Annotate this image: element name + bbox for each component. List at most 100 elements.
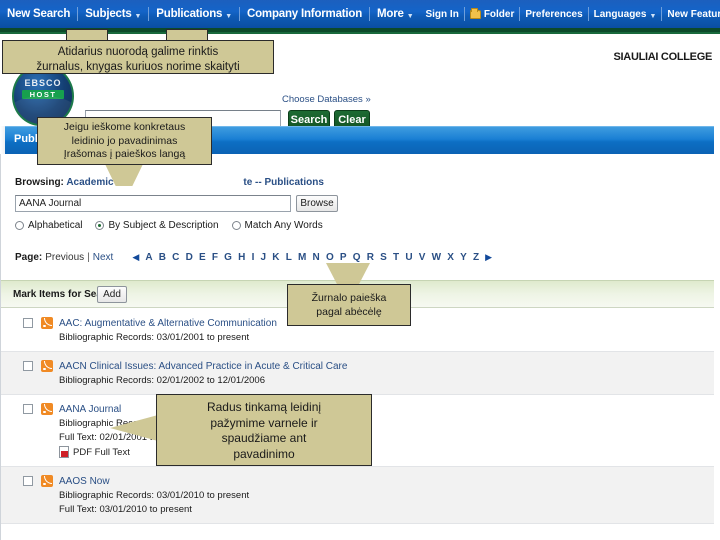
alphabet-letter-l[interactable]: L	[283, 252, 295, 263]
top-navigation-bar: New Search Subjects ▼ Publications ▼ Compa…	[0, 0, 720, 28]
top-nav-right-group: Sign In Folder Preferences Languages ▼ Ne…	[420, 7, 720, 21]
callout-alphabet-browse-instruction: Žurnalo paieška pagal abėcėlę	[287, 284, 411, 326]
alphabet-letter-s[interactable]: S	[377, 252, 390, 263]
radio-label: Match Any Words	[244, 220, 323, 231]
alphabet-letter-k[interactable]: K	[269, 252, 282, 263]
browse-mode-radio-group: Alphabetical By Subject & Description Ma…	[15, 220, 323, 231]
callout-line: pagal abėcėlę	[316, 305, 382, 318]
publication-title-link[interactable]: AAC: Augmentative & Alternative Communic…	[59, 318, 277, 329]
alphabet-letter-a[interactable]: A	[142, 252, 155, 263]
table-row: AACN Clinical Issues: Advanced Practice …	[1, 352, 715, 395]
alphabet-letter-n[interactable]: N	[309, 252, 322, 263]
alphabet-letter-c[interactable]: C	[169, 252, 182, 263]
alphabet-prev-arrow-icon[interactable]: ◀	[129, 252, 142, 263]
alphabet-letter-p[interactable]: P	[337, 252, 350, 263]
alphabet-letter-x[interactable]: X	[444, 252, 457, 263]
nav-label: Publications	[156, 8, 223, 20]
radio-dot[interactable]	[231, 221, 241, 230]
right-gutter	[714, 34, 720, 540]
callout-line: Žurnalo paieška	[311, 292, 387, 304]
row-checkbox[interactable]	[23, 476, 33, 486]
publication-coverage: Bibliographic Records: 03/01/2010 to pre…	[59, 490, 250, 501]
publication-title-link[interactable]: AACN Clinical Issues: Advanced Practice …	[59, 361, 347, 372]
alphabet-letter-z[interactable]: Z	[470, 252, 482, 263]
radio-label: Alphabetical	[28, 220, 83, 231]
alphabet-letter-b[interactable]: B	[156, 252, 169, 263]
nav-label: New Search	[7, 8, 71, 20]
alphabet-letter-y[interactable]: Y	[457, 252, 470, 263]
row-checkbox[interactable]	[23, 361, 33, 371]
rss-icon[interactable]	[41, 360, 53, 372]
nav-label: Folder	[483, 8, 515, 20]
nav-label: Subjects	[85, 8, 132, 20]
nav-item-company-information[interactable]: Company Information	[240, 8, 369, 20]
alphabet-letter-i[interactable]: I	[248, 252, 257, 263]
alphabet-letter-v[interactable]: V	[416, 252, 429, 263]
alphabet-letter-d[interactable]: D	[183, 252, 196, 263]
alphabet-letter-w[interactable]: W	[429, 252, 445, 263]
alphabet-letter-h[interactable]: H	[235, 252, 248, 263]
rss-icon[interactable]	[41, 475, 53, 487]
row-checkbox[interactable]	[23, 404, 33, 414]
callout-line: Radus tinkamą leidinį	[206, 400, 322, 414]
logo-text-primary: EBSCO	[24, 78, 62, 88]
callout-line: pavadinimo	[233, 446, 295, 461]
next-page-link[interactable]: Next	[93, 252, 114, 263]
radio-dot-selected[interactable]	[95, 221, 105, 230]
callout-enter-title-instruction: Jeigu ieškome konkretaus leidinio jo pav…	[37, 117, 212, 165]
row-checkbox[interactable]	[23, 318, 33, 328]
nav-item-folder[interactable]: Folder	[465, 7, 520, 20]
nav-label: More	[377, 8, 404, 20]
callout-select-publication-instruction: Radus tinkamą leidinį pažymime varnele i…	[156, 394, 372, 466]
nav-item-preferences[interactable]: Preferences	[520, 9, 587, 20]
radio-by-subject-description[interactable]: By Subject & Description	[95, 220, 219, 231]
browse-term-input[interactable]	[15, 195, 291, 212]
publication-title-link[interactable]: AANA Journal	[59, 404, 121, 415]
nav-item-more[interactable]: More ▼	[370, 8, 420, 20]
nav-item-subjects[interactable]: Subjects ▼	[78, 8, 148, 20]
rss-icon[interactable]	[41, 317, 53, 329]
nav-label: Preferences	[525, 8, 583, 20]
publications-browse-panel: Browsing: Academic Se te -- Publications…	[0, 154, 715, 540]
alphabet-letter-f[interactable]: F	[209, 252, 221, 263]
browsing-database-tail: te -- Publications	[243, 177, 324, 188]
alphabet-letter-r[interactable]: R	[364, 252, 377, 263]
rss-icon[interactable]	[41, 403, 53, 415]
chevron-down-icon: ▼	[406, 12, 414, 20]
nav-item-new-features[interactable]: New Features!	[662, 9, 720, 20]
publication-coverage: Bibliographic Records: 02/01/2002 to 12/…	[59, 375, 265, 386]
choose-databases-link[interactable]: Choose Databases »	[282, 94, 371, 105]
alphabet-pager: Page: Previous | Next ◀ A B C D E F G H …	[15, 252, 495, 263]
callout-open-link-instruction: Atidarius nuorodą galime rinktis žurnalu…	[2, 40, 274, 74]
alphabet-letter-e[interactable]: E	[196, 252, 209, 263]
alphabet-letter-t[interactable]: T	[390, 252, 402, 263]
alphabet-letter-u[interactable]: U	[402, 252, 415, 263]
callout-line: Įrašomas į paieškos langą	[63, 148, 186, 161]
institution-name: SIAULIAI COLLEGE	[613, 51, 713, 63]
alphabet-letter-q[interactable]: Q	[350, 252, 364, 263]
alphabet-letter-j[interactable]: J	[257, 252, 269, 263]
previous-page-link[interactable]: Previous	[45, 252, 84, 263]
alphabet-next-arrow-icon[interactable]: ▶	[482, 252, 495, 263]
chevron-down-icon: ▼	[225, 12, 232, 20]
browsing-breadcrumb: Browsing: Academic Se te -- Publications	[15, 177, 324, 188]
nav-item-new-search[interactable]: New Search	[0, 8, 77, 20]
table-row: AAOS Now Bibliographic Records: 03/01/20…	[1, 467, 715, 524]
alphabet-letter-o[interactable]: O	[323, 252, 337, 263]
radio-alphabetical[interactable]: Alphabetical	[15, 220, 82, 231]
alphabet-letter-g[interactable]: G	[221, 252, 235, 263]
nav-label: Languages	[593, 8, 647, 20]
alphabet-letter-m[interactable]: M	[295, 252, 310, 263]
callout-line: pažymime varnele ir	[210, 415, 318, 430]
radio-match-any-words[interactable]: Match Any Words	[231, 220, 323, 231]
callout-line: žurnalus, knygas kuriuos norime skaityti	[36, 60, 240, 73]
publication-title-link[interactable]: AAOS Now	[59, 476, 110, 487]
nav-item-languages[interactable]: Languages ▼	[589, 9, 662, 20]
add-button[interactable]: Add	[97, 286, 127, 303]
browse-button[interactable]: Browse	[296, 195, 338, 212]
callout-line: leidinio jo pavadinimas	[71, 134, 178, 147]
radio-dot[interactable]	[15, 221, 24, 230]
nav-item-publications[interactable]: Publications ▼	[149, 8, 239, 20]
nav-item-sign-in[interactable]: Sign In	[420, 9, 463, 20]
pager-divider: |	[87, 252, 90, 263]
